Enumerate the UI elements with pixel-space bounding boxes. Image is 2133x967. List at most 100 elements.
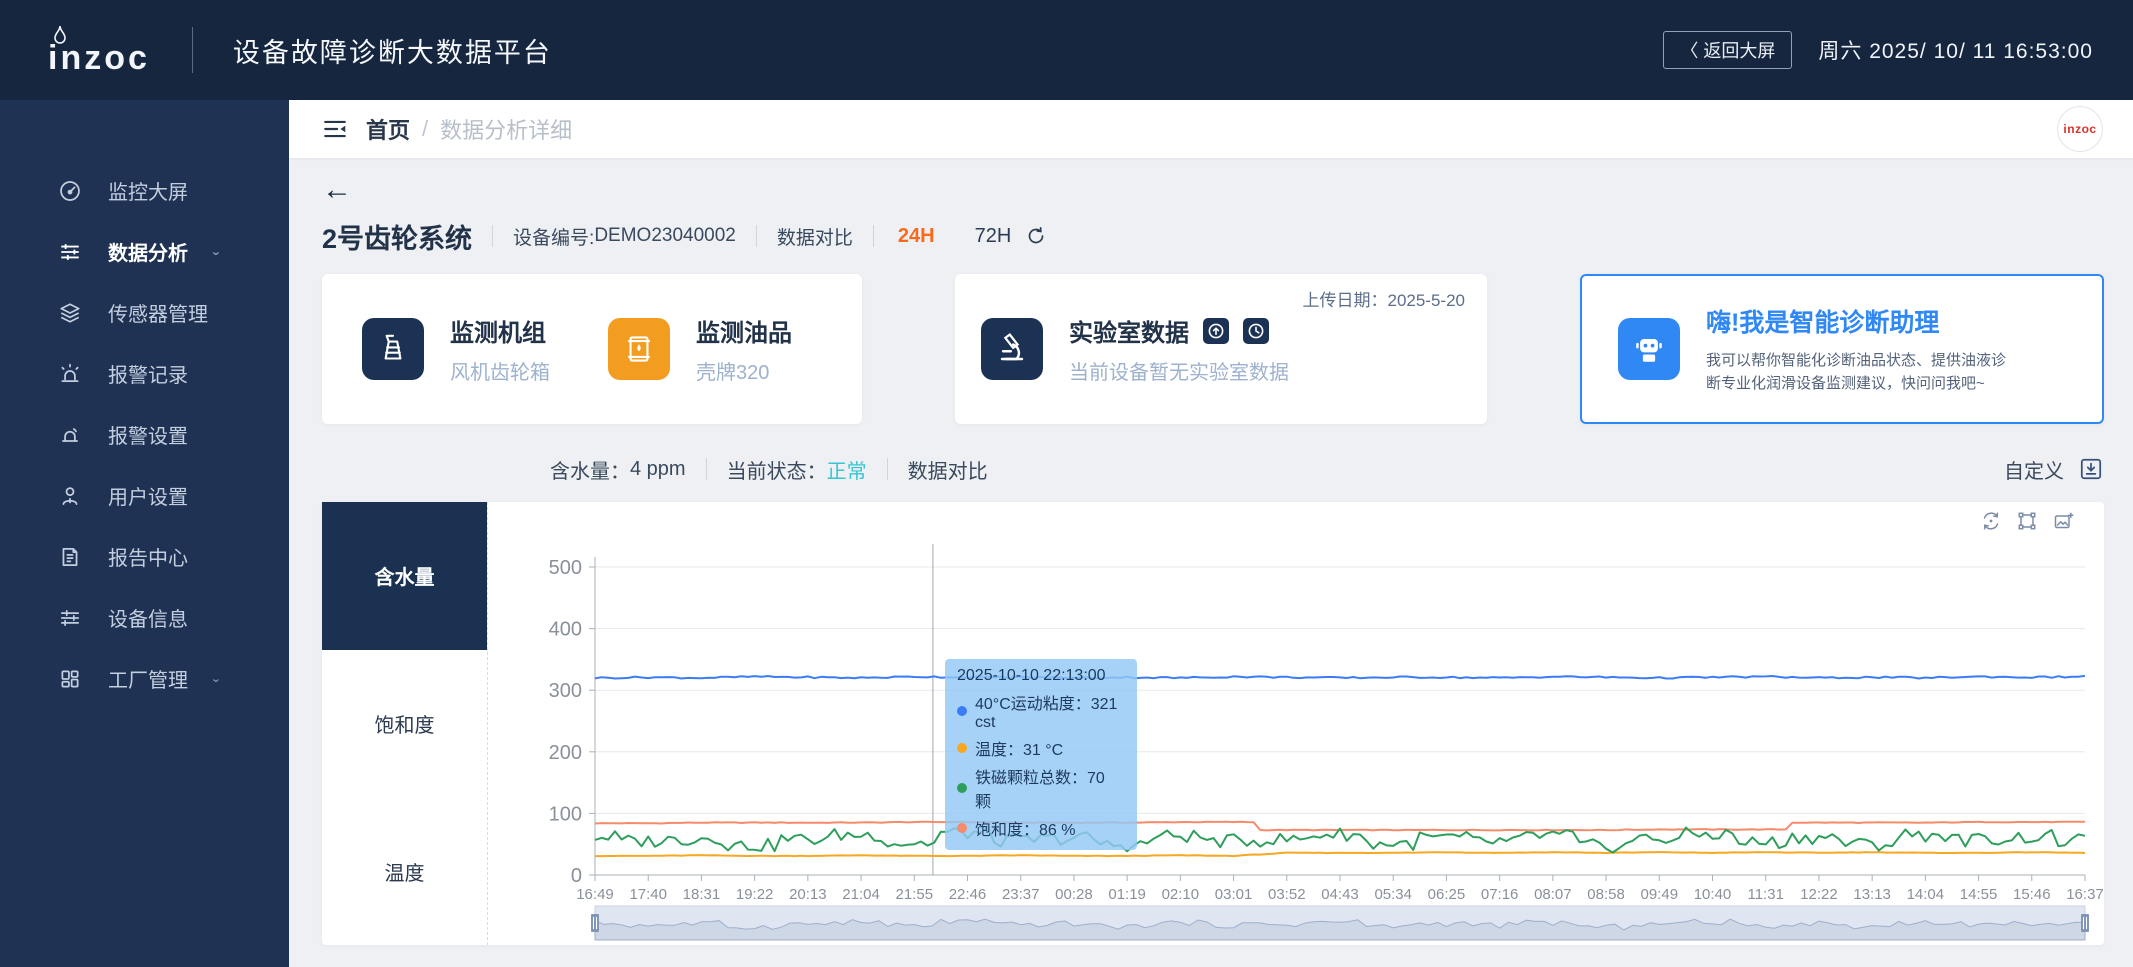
ai-assistant-title: 嗨!我是智能诊断助理 xyxy=(1706,303,2006,339)
sidebar-item-alarm-settings[interactable]: 报警设置 xyxy=(0,404,289,465)
svg-text:21:04: 21:04 xyxy=(842,886,880,903)
alarm-settings-icon xyxy=(58,423,82,447)
data-compare-link-2[interactable]: 数据对比 xyxy=(908,455,988,484)
back-button[interactable]: ← xyxy=(322,176,362,204)
svg-text:06:25: 06:25 xyxy=(1428,886,1466,903)
chart-tab-column: 含水量 饱和度 温度 xyxy=(322,502,488,945)
restore-icon[interactable] xyxy=(1980,510,2002,532)
tab-temperature[interactable]: 温度 xyxy=(322,797,487,945)
svg-text:18:31: 18:31 xyxy=(683,886,721,903)
monitor-oil: 监测油品 壳牌320 xyxy=(608,313,792,385)
sidebar: 监控大屏 数据分析 ⌄ 传感器管理 报警记录 报警设置 用户设置 xyxy=(0,100,289,967)
tab-water-content[interactable]: 含水量 xyxy=(322,502,487,650)
svg-text:20:13: 20:13 xyxy=(789,886,827,903)
svg-text:0: 0 xyxy=(571,865,582,887)
svg-text:500: 500 xyxy=(549,557,582,579)
collapse-menu-icon[interactable] xyxy=(322,117,348,141)
svg-text:08:07: 08:07 xyxy=(1534,886,1572,903)
ai-assistant-card[interactable]: 嗨!我是智能诊断助理 我可以帮你智能化诊断油品状态、提供油液诊 断专业化润滑设备… xyxy=(1580,274,2104,424)
svg-text:10:40: 10:40 xyxy=(1694,886,1732,903)
svg-text:09:49: 09:49 xyxy=(1641,886,1679,903)
save-image-icon[interactable] xyxy=(2052,510,2074,532)
chevron-down-icon: ⌄ xyxy=(210,245,222,259)
sidebar-item-data-analysis[interactable]: 数据分析 ⌄ xyxy=(0,221,289,282)
svg-text:08:58: 08:58 xyxy=(1587,886,1625,903)
layers-icon xyxy=(58,301,82,325)
user-icon xyxy=(58,484,82,508)
sidebar-item-device-info[interactable]: 设备信息 xyxy=(0,587,289,648)
sidebar-item-monitor-screen[interactable]: 监控大屏 xyxy=(0,160,289,221)
header-divider xyxy=(192,27,193,73)
return-bigscreen-button[interactable]: 〈 返回大屏 xyxy=(1663,31,1792,69)
robot-icon xyxy=(1618,318,1680,380)
page-content: ← 2号齿轮系统 设备编号: DEMO23040002 数据对比 24H 72H xyxy=(289,158,2133,945)
gauge-icon xyxy=(58,179,82,203)
svg-text:03:52: 03:52 xyxy=(1268,886,1306,903)
factory-grid-icon xyxy=(58,667,82,691)
custom-range-button[interactable]: 自定义 xyxy=(2004,455,2064,484)
status-row: 含水量： 4 ppm 当前状态： 正常 数据对比 自定义 xyxy=(322,454,2104,484)
app-header: inzoc 设备故障诊断大数据平台 〈 返回大屏 周六 2025/ 10/ 11… xyxy=(0,0,2133,100)
device-code: DEMO23040002 xyxy=(594,225,736,247)
svg-text:13:13: 13:13 xyxy=(1853,886,1891,903)
svg-text:21:55: 21:55 xyxy=(896,886,934,903)
svg-text:23:37: 23:37 xyxy=(1002,886,1040,903)
range-72h-button[interactable]: 72H xyxy=(975,225,1012,248)
monitor-card: 监测机组 风机齿轮箱 监测油品 壳牌320 xyxy=(322,274,862,424)
svg-text:19:22: 19:22 xyxy=(736,886,774,903)
avatar[interactable]: inzoc xyxy=(2057,106,2103,152)
tab-saturation[interactable]: 饱和度 xyxy=(322,650,487,798)
svg-text:00:28: 00:28 xyxy=(1055,886,1093,903)
svg-text:05:34: 05:34 xyxy=(1374,886,1412,903)
range-24h-button[interactable]: 24H xyxy=(898,225,935,248)
sidebar-item-sensor-management[interactable]: 传感器管理 xyxy=(0,282,289,343)
svg-text:16:37: 16:37 xyxy=(2066,886,2104,903)
line-chart[interactable]: 010020030040050016:4917:4018:3119:2220:1… xyxy=(488,502,2104,945)
svg-text:03:01: 03:01 xyxy=(1215,886,1253,903)
water-content-value: 4 ppm xyxy=(630,458,686,481)
app-logo: inzoc xyxy=(52,25,150,75)
upload-date-value: 2025-5-20 xyxy=(1387,291,1465,310)
avatar-logo-text: inzoc xyxy=(2063,122,2096,136)
sliders-icon xyxy=(58,240,82,264)
lab-data-card: 上传日期：2025-5-20 实验室数据 xyxy=(955,274,1487,424)
sidebar-item-user-settings[interactable]: 用户设置 xyxy=(0,465,289,526)
svg-text:02:10: 02:10 xyxy=(1162,886,1200,903)
refresh-icon[interactable] xyxy=(1025,225,1047,247)
data-compare-link[interactable]: 数据对比 xyxy=(777,223,853,250)
sidebar-item-alarm-records[interactable]: 报警记录 xyxy=(0,343,289,404)
svg-text:15:46: 15:46 xyxy=(2013,886,2051,903)
monitor-unit-subtitle: 风机齿轮箱 xyxy=(450,356,550,385)
svg-text:300: 300 xyxy=(549,680,582,702)
device-info-icon xyxy=(58,606,82,630)
monitor-unit-title: 监测机组 xyxy=(450,313,550,348)
svg-text:01:19: 01:19 xyxy=(1108,886,1146,903)
header-datetime: 周六 2025/ 10/ 11 16:53:00 xyxy=(1818,35,2093,65)
history-icon[interactable] xyxy=(1243,318,1269,344)
water-content-label: 含水量： xyxy=(550,455,630,484)
oil-barrel-icon xyxy=(608,318,670,380)
microscope-icon xyxy=(981,318,1043,380)
summary-cards: 监测机组 风机齿轮箱 监测油品 壳牌320 xyxy=(322,274,2104,424)
sidebar-item-report-center[interactable]: 报告中心 xyxy=(0,526,289,587)
datazoom-handle[interactable] xyxy=(2081,914,2089,932)
ai-assistant-desc-line2: 断专业化润滑设备监测建议，快问问我吧~ xyxy=(1706,372,2006,395)
upload-icon[interactable] xyxy=(1203,318,1229,344)
wind-turbine-icon xyxy=(362,318,424,380)
download-box-icon[interactable] xyxy=(2078,456,2104,482)
svg-text:12:22: 12:22 xyxy=(1800,886,1838,903)
svg-text:100: 100 xyxy=(549,803,582,825)
svg-text:17:40: 17:40 xyxy=(629,886,667,903)
upload-date-label: 上传日期： xyxy=(1302,291,1387,310)
lab-data-title: 实验室数据 xyxy=(1069,313,1189,348)
datazoom-handle[interactable] xyxy=(591,914,599,932)
device-code-label: 设备编号: xyxy=(513,223,594,250)
sidebar-item-factory-management[interactable]: 工厂管理 ⌄ xyxy=(0,648,289,709)
breadcrumb-home[interactable]: 首页 xyxy=(366,113,410,145)
box-zoom-icon[interactable] xyxy=(2016,510,2038,532)
main-area: 首页 / 数据分析详细 inzoc ← 2号齿轮系统 设备编号: DEMO230… xyxy=(289,100,2133,967)
monitor-unit: 监测机组 风机齿轮箱 xyxy=(362,313,550,385)
monitor-oil-subtitle: 壳牌320 xyxy=(696,356,792,385)
breadcrumb: 首页 / 数据分析详细 inzoc xyxy=(289,100,2133,158)
breadcrumb-separator: / xyxy=(422,116,428,142)
